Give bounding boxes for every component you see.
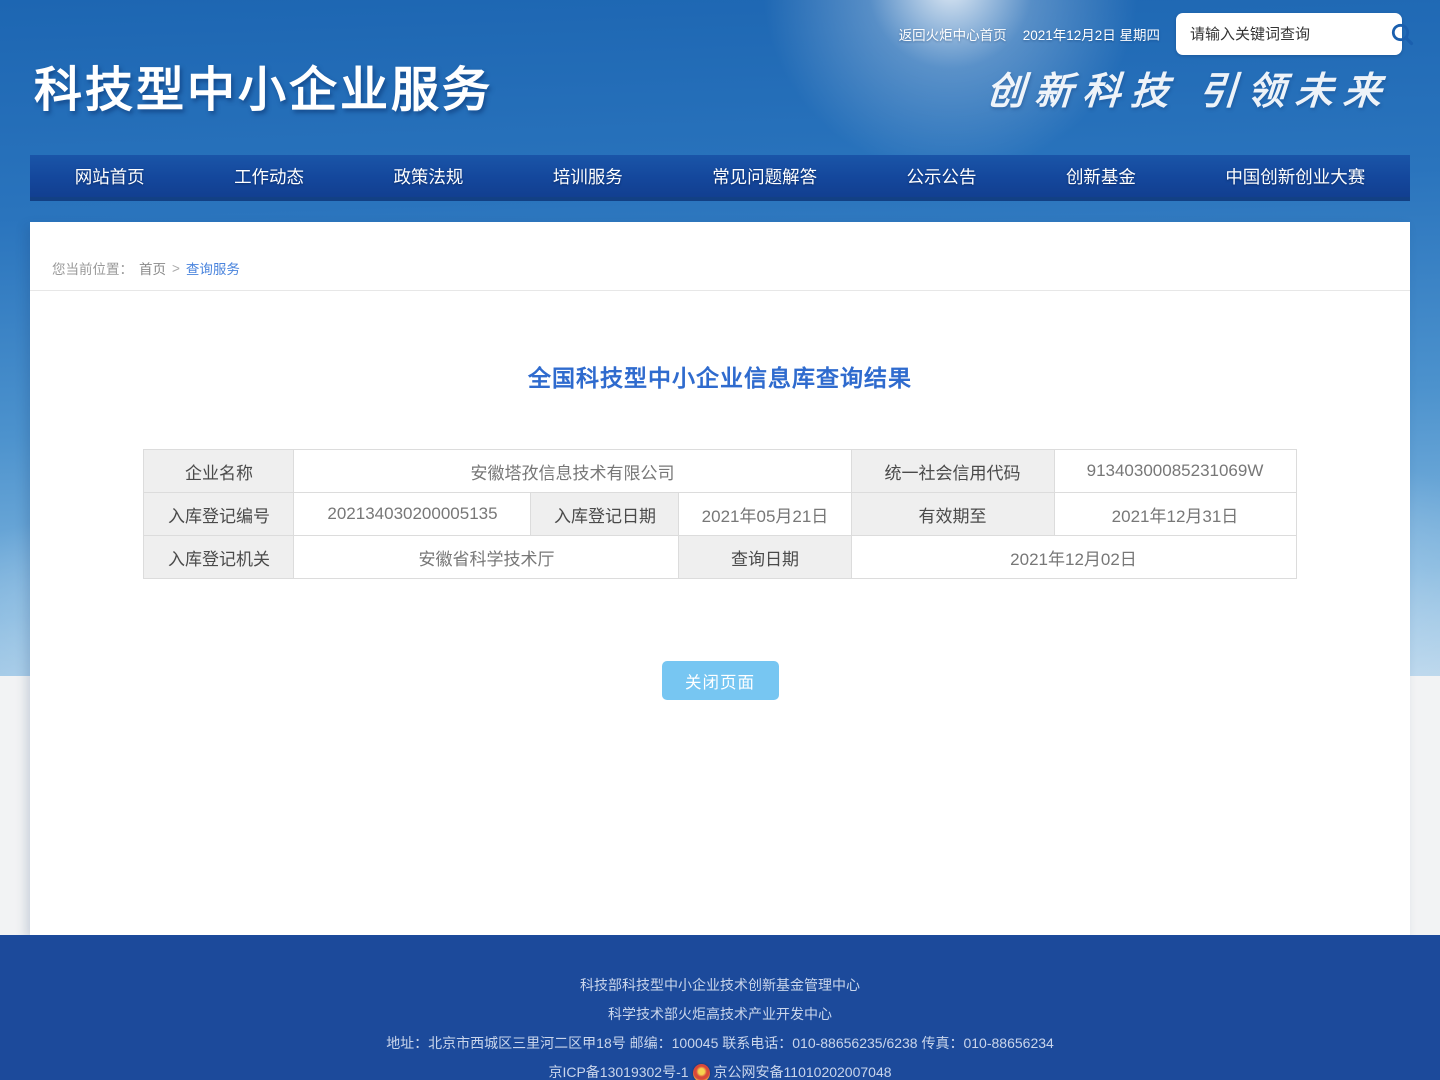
company-name-value: 安徽塔孜信息技术有限公司 [294,450,851,493]
registration-number-value: 202134030200005135 [294,493,531,536]
search-box [1176,13,1402,55]
nav-item-innovation-fund[interactable]: 创新基金 [1056,164,1146,189]
query-date-value: 2021年12月02日 [851,536,1296,579]
credit-code-label: 统一社会信用代码 [851,450,1054,493]
top-utility-bar: 返回火炬中心首页 2021年12月2日 星期四 [899,12,1402,56]
security-record-link[interactable]: 京公网安备11010202007048 [714,1058,892,1080]
site-logo-title: 科技型中小企业服务 [34,50,493,120]
nav-item-work-news[interactable]: 工作动态 [224,164,314,189]
nav-item-training[interactable]: 培训服务 [543,164,633,189]
content-panel: 您当前位置： 首页 > 查询服务 全国科技型中小企业信息库查询结果 企业名称 安… [30,222,1410,935]
main-navigation: 网站首页 工作动态 政策法规 培训服务 常见问题解答 公示公告 创新基金 中国创… [30,155,1410,201]
current-date: 2021年12月2日 星期四 [1023,24,1160,44]
table-row: 入库登记机关 安徽省科学技术厅 查询日期 2021年12月02日 [144,536,1296,579]
public-security-badge-icon [693,1064,710,1080]
close-page-button[interactable]: 关闭页面 [662,661,779,700]
nav-item-home[interactable]: 网站首页 [65,164,155,189]
valid-until-value: 2021年12月31日 [1054,493,1296,536]
nav-item-policies[interactable]: 政策法规 [383,164,473,189]
query-result-table: 企业名称 安徽塔孜信息技术有限公司 统一社会信用代码 9134030008523… [143,449,1296,579]
query-date-label: 查询日期 [679,536,851,579]
registration-date-label: 入库登记日期 [531,493,679,536]
table-row: 企业名称 安徽塔孜信息技术有限公司 统一社会信用代码 9134030008523… [144,450,1296,493]
footer-icp-line: 京ICP备13019302号-1 京公网安备11010202007048 [0,1058,1440,1080]
breadcrumb-current-link[interactable]: 查询服务 [186,258,240,278]
table-row: 入库登记编号 202134030200005135 入库登记日期 2021年05… [144,493,1296,536]
site-slogan: 创新科技 引领未来 [986,60,1394,115]
torch-center-home-link[interactable]: 返回火炬中心首页 [899,24,1007,44]
icp-number-link[interactable]: 京ICP备13019302号-1 [548,1058,688,1080]
registration-authority-label: 入库登记机关 [144,536,294,579]
credit-code-value: 91340300085231069W [1054,450,1296,493]
footer-torch-center: 科学技术部火炬高技术产业开发中心 [0,1000,1440,1029]
page-footer: 科技部科技型中小企业技术创新基金管理中心 科学技术部火炬高技术产业开发中心 地址… [0,935,1440,1080]
footer-fund-center: 科技部科技型中小企业技术创新基金管理中心 [0,971,1440,1000]
nav-item-innovation-competition[interactable]: 中国创新创业大赛 [1215,164,1375,189]
valid-until-label: 有效期至 [851,493,1054,536]
breadcrumb-home-link[interactable]: 首页 [139,258,166,278]
page-title: 全国科技型中小企业信息库查询结果 [30,359,1410,393]
footer-contact-info: 地址：北京市西城区三里河二区甲18号 邮编：100045 联系电话：010-88… [0,1029,1440,1058]
nav-item-announcements[interactable]: 公示公告 [897,164,987,189]
registration-number-label: 入库登记编号 [144,493,294,536]
registration-date-value: 2021年05月21日 [679,493,851,536]
nav-item-faq[interactable]: 常见问题解答 [702,164,827,189]
search-icon[interactable] [1389,21,1415,47]
breadcrumb-prefix: 您当前位置： [52,258,133,278]
company-name-label: 企业名称 [144,450,294,493]
breadcrumb: 您当前位置： 首页 > 查询服务 [30,222,1410,291]
breadcrumb-separator: > [172,261,180,276]
search-input[interactable] [1190,26,1389,43]
registration-authority-value: 安徽省科学技术厅 [294,536,679,579]
